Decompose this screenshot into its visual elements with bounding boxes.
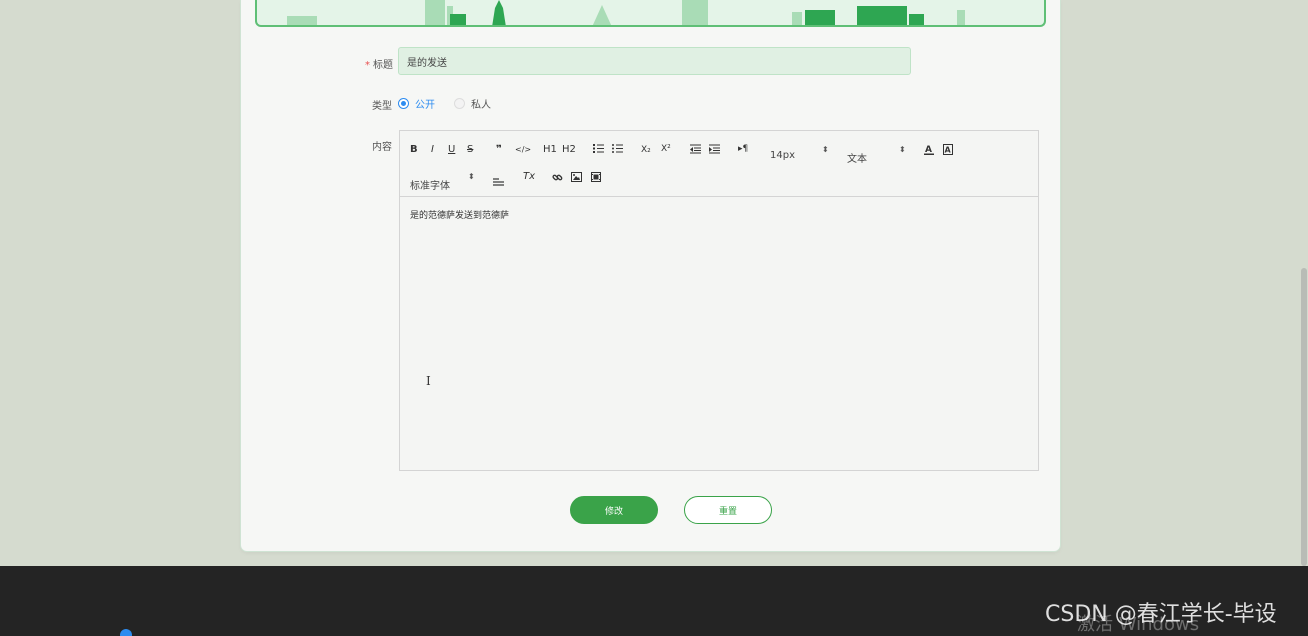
- svg-text:A: A: [945, 146, 952, 155]
- title-label: * 标题: [365, 60, 393, 71]
- picker-arrows-icon: ⬍: [899, 145, 906, 154]
- radio-private[interactable]: 私人: [454, 96, 491, 111]
- ordered-list-icon[interactable]: [593, 143, 604, 157]
- indent-icon[interactable]: [709, 144, 720, 157]
- editor-content[interactable]: 是的范德萨发送到范德萨: [400, 198, 1038, 470]
- text-direction-icon[interactable]: ▸¶: [738, 144, 748, 154]
- h2-button[interactable]: H2: [562, 144, 576, 155]
- superscript-button[interactable]: X²: [661, 144, 671, 154]
- bullet-list-icon[interactable]: [612, 143, 623, 157]
- header-picker[interactable]: 文本 ⬍: [847, 145, 907, 165]
- quote-icon[interactable]: ❞: [496, 144, 502, 155]
- picker-arrows-icon: ⬍: [822, 145, 829, 154]
- rich-text-editor: B I U S ❞ </> H1 H2 X₂ X² ▸¶ 14px ⬍ 文本 ⬍: [399, 130, 1039, 471]
- picker-arrows-icon: ⬍: [468, 172, 475, 181]
- type-label: 类型: [372, 101, 392, 112]
- radio-public[interactable]: 公开: [398, 96, 435, 111]
- reset-button[interactable]: 重置: [684, 496, 772, 524]
- h1-button[interactable]: H1: [543, 144, 557, 155]
- font-family-picker[interactable]: 标准字体 ⬍: [410, 172, 480, 192]
- image-icon[interactable]: [571, 172, 582, 185]
- italic-button[interactable]: I: [431, 144, 434, 155]
- underline-button[interactable]: U: [448, 144, 455, 155]
- background-color-icon[interactable]: A: [943, 144, 953, 158]
- scrollbar-thumb[interactable]: [1301, 268, 1307, 566]
- required-asterisk: *: [365, 60, 370, 71]
- text-cursor-icon: I: [426, 374, 431, 388]
- align-icon[interactable]: [493, 176, 504, 189]
- font-color-icon[interactable]: A: [924, 144, 934, 158]
- csdn-watermark: CSDN @春江学长-毕设: [1045, 602, 1277, 627]
- content-label: 内容: [372, 142, 392, 153]
- clean-format-button[interactable]: Tx: [523, 171, 535, 182]
- strike-button[interactable]: S: [467, 144, 473, 155]
- city-skyline-banner: [255, 0, 1046, 27]
- editor-toolbar: B I U S ❞ </> H1 H2 X₂ X² ▸¶ 14px ⬍ 文本 ⬍: [400, 131, 1038, 197]
- outdent-icon[interactable]: [690, 144, 701, 157]
- page-scrollbar[interactable]: [1300, 0, 1308, 566]
- radio-checked-icon: [398, 98, 409, 109]
- subscript-button[interactable]: X₂: [641, 145, 651, 155]
- code-icon[interactable]: </>: [515, 145, 531, 154]
- title-input[interactable]: [398, 47, 911, 75]
- submit-button[interactable]: 修改: [570, 496, 658, 524]
- radio-unchecked-icon: [454, 98, 465, 109]
- bold-button[interactable]: B: [410, 144, 418, 155]
- link-icon[interactable]: [552, 172, 563, 186]
- footer-blue-dot-icon: [120, 629, 132, 636]
- video-icon[interactable]: [591, 172, 601, 185]
- font-size-picker[interactable]: 14px ⬍: [770, 145, 830, 161]
